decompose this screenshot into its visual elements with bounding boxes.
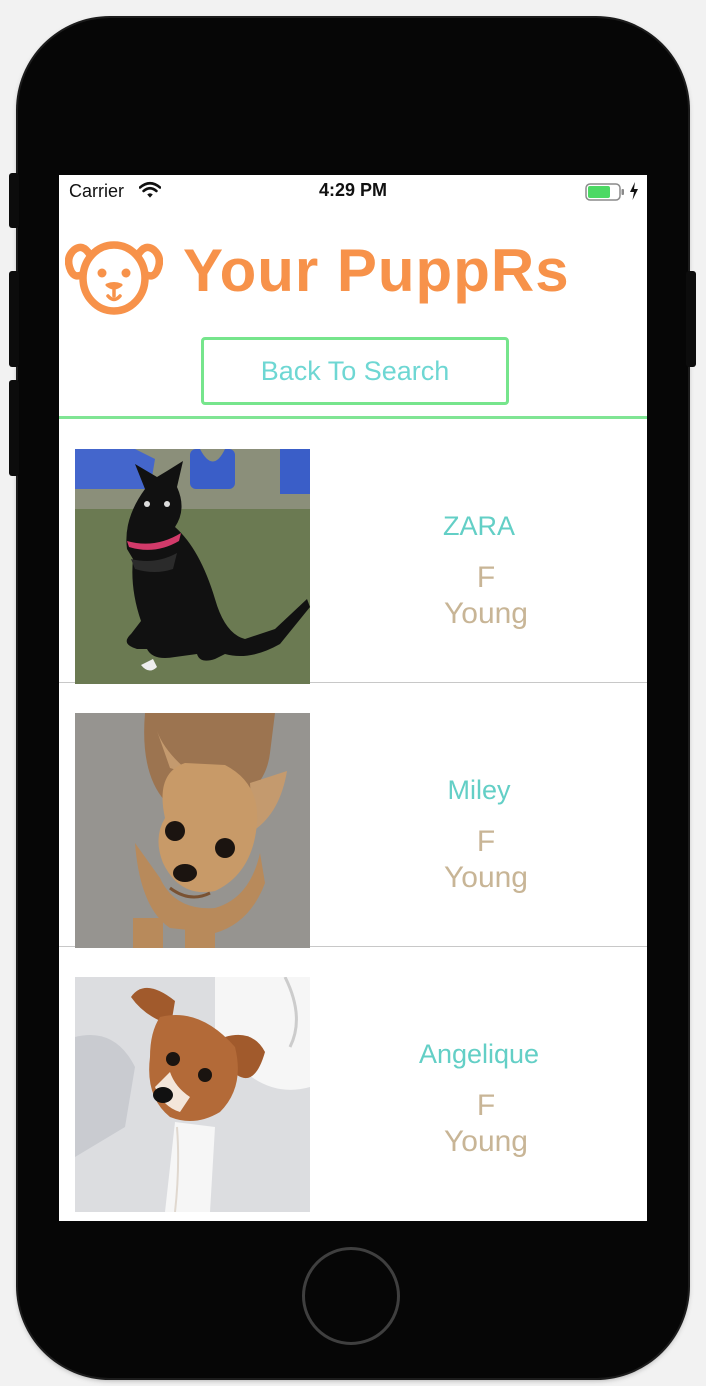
dog-photo[interactable] — [75, 977, 310, 1212]
app-screen: Carrier 4:29 PM Your PuppRs Back To Sear… — [59, 175, 647, 1221]
list-item[interactable]: ZARA F Young — [59, 419, 647, 684]
status-bar: Carrier 4:29 PM — [59, 175, 647, 207]
back-to-search-button[interactable]: Back To Search — [201, 337, 509, 405]
dog-sex: F — [476, 1089, 496, 1122]
list-item[interactable]: Angelique F Young — [59, 947, 647, 1212]
status-time: 4:29 PM — [318, 180, 388, 200]
dog-photo[interactable] — [75, 449, 310, 684]
dog-info: Miley F Young — [389, 683, 589, 947]
dog-age: Young — [444, 861, 528, 894]
dog-info: ZARA F Young — [389, 419, 589, 683]
dog-sex: F — [476, 561, 496, 594]
power-button — [686, 271, 696, 367]
dog-sex: F — [476, 825, 496, 858]
dog-age: Young — [444, 597, 528, 630]
dog-info: Angelique F Young — [389, 947, 589, 1211]
volume-up-button — [9, 271, 19, 367]
dog-name: Angelique — [418, 1039, 540, 1069]
dog-name: Miley — [447, 775, 511, 805]
dog-age: Young — [444, 1125, 528, 1158]
battery-icon — [585, 183, 624, 201]
app-title: Your PuppRs — [183, 237, 570, 304]
charging-bolt-icon — [630, 182, 638, 200]
list-item[interactable]: Miley F Young — [59, 683, 647, 948]
home-button[interactable] — [302, 1247, 400, 1345]
dog-name: ZARA — [442, 511, 515, 541]
dog-photo[interactable] — [75, 713, 310, 948]
mute-switch — [9, 173, 19, 228]
volume-down-button — [9, 380, 19, 476]
dog-list[interactable]: ZARA F Young Miley F Young Angelique F Y… — [59, 419, 647, 1212]
dog-face-icon — [65, 241, 163, 315]
